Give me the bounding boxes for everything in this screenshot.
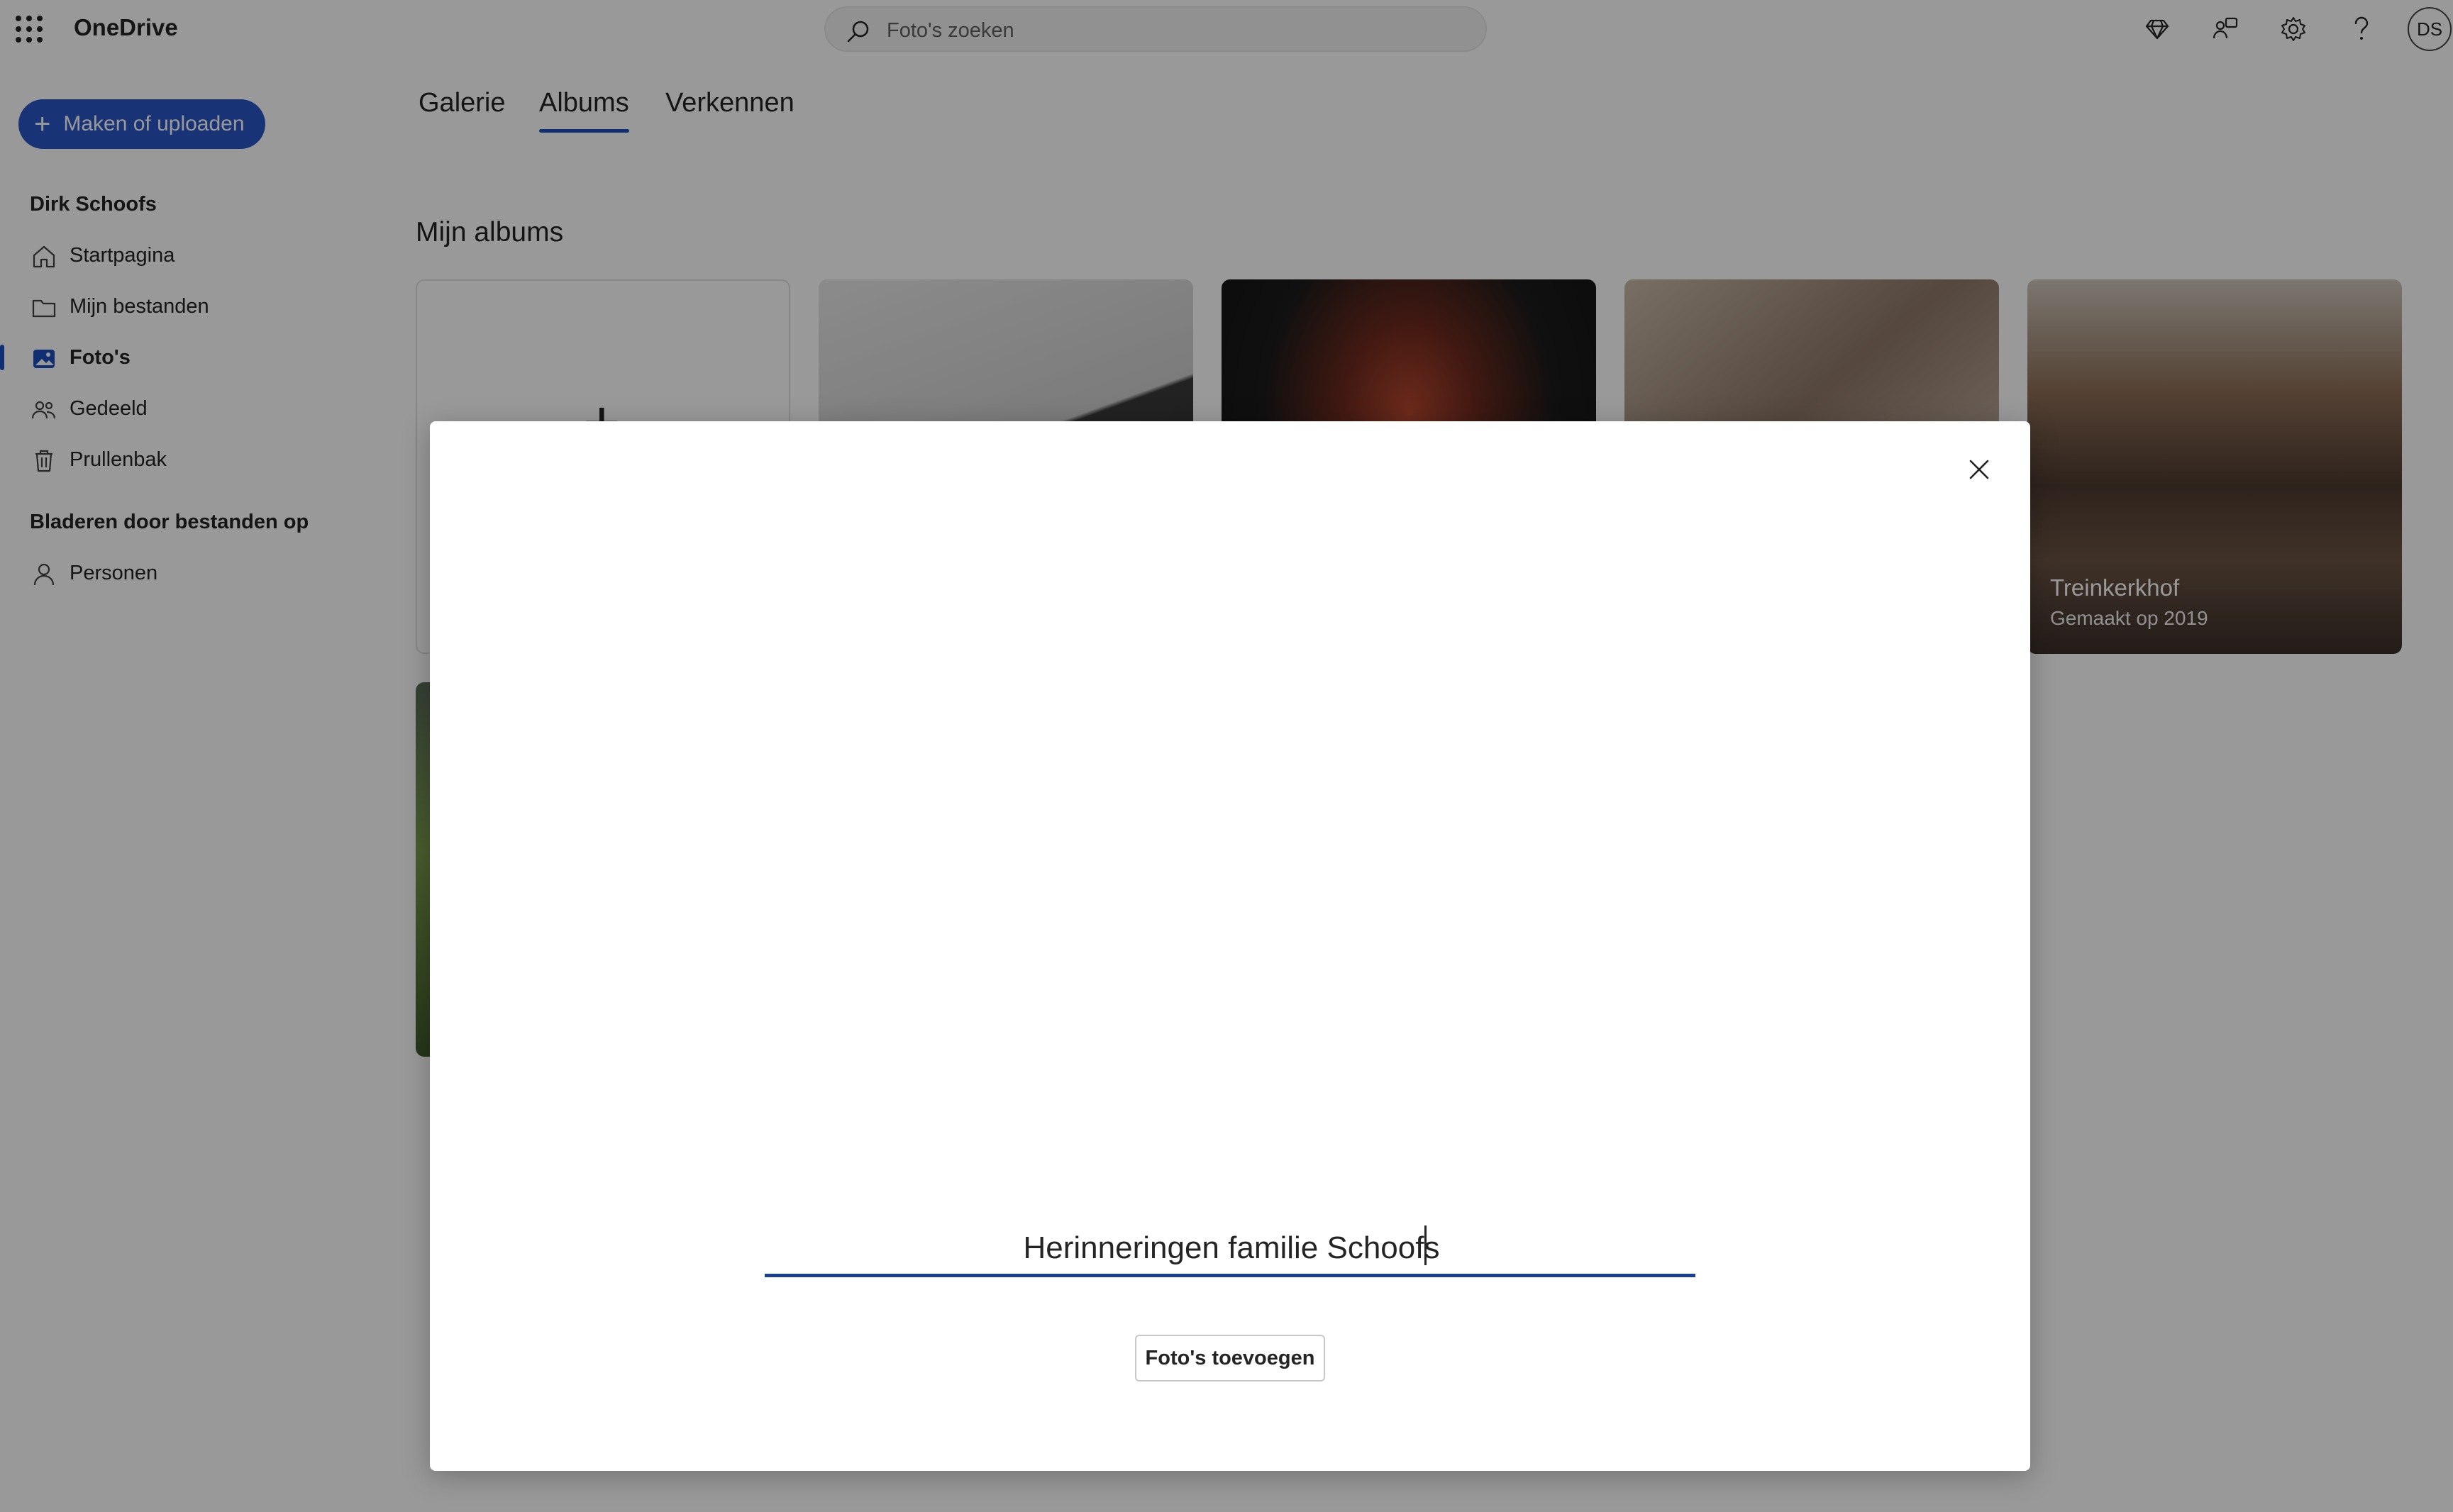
album-name-underline [765,1274,1695,1277]
text-caret [1424,1225,1427,1265]
album-name-input[interactable] [765,1223,1698,1274]
close-icon[interactable] [1962,452,1996,487]
add-photos-button[interactable]: Foto's toevoegen [1135,1335,1325,1382]
create-album-dialog: Foto's toevoegen [430,421,2030,1471]
